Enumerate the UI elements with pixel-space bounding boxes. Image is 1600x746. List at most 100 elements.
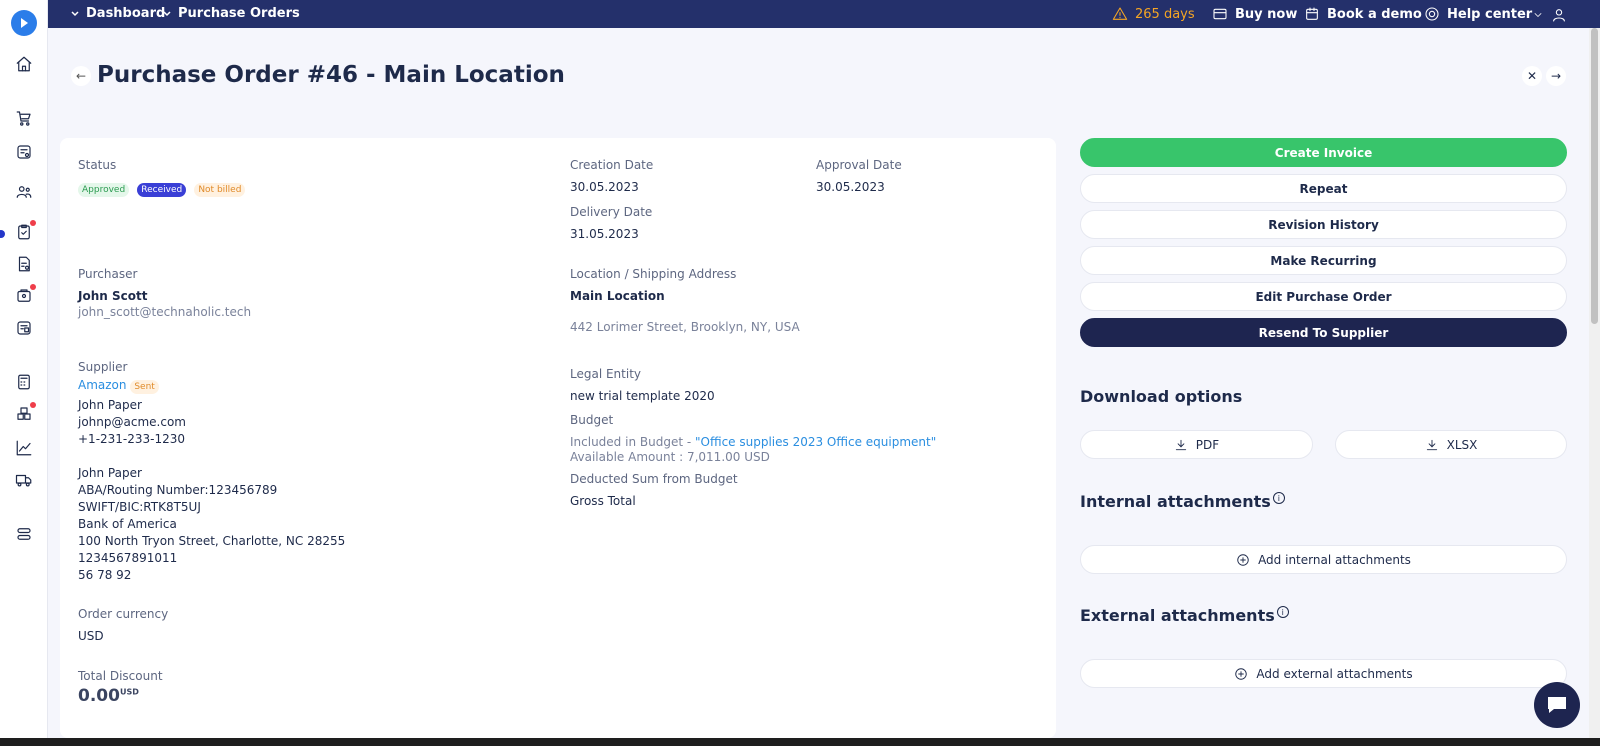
calendar-icon — [1306, 7, 1318, 20]
status-label: Status — [78, 158, 117, 172]
purchaser-label: Purchaser — [78, 267, 138, 281]
back-arrow-button[interactable]: ← — [71, 66, 91, 86]
invoices-icon[interactable] — [14, 254, 34, 274]
calculator-icon[interactable] — [14, 372, 34, 392]
trial-days-label: 265 days — [1135, 6, 1195, 22]
bank-line: John Paper — [78, 466, 142, 480]
buy-now-label: Buy now — [1235, 6, 1298, 22]
book-demo-button[interactable]: Book a demo — [1304, 6, 1422, 22]
download-options-title: Download options — [1080, 387, 1242, 406]
active-indicator — [0, 230, 5, 238]
topbar: Dashboard Purchase Orders 265 days Buy n… — [48, 0, 1600, 28]
chat-support-button[interactable] — [1534, 682, 1580, 728]
currency-value: USD — [78, 629, 104, 643]
discount-unit: USD — [119, 687, 139, 697]
home-icon[interactable] — [14, 54, 34, 74]
creation-date-label: Creation Date — [570, 158, 654, 172]
breadcrumb-label: Purchase Orders — [178, 6, 300, 21]
purchase-orders-icon[interactable] — [14, 220, 36, 242]
location-address: 442 Lorimer Street, Brooklyn, NY, USA — [570, 320, 800, 334]
revision-history-button[interactable]: Revision History — [1080, 210, 1567, 239]
plus-circle-icon — [1237, 553, 1249, 566]
scrollbar-thumb[interactable] — [1591, 28, 1598, 324]
supplier-label: Supplier — [78, 360, 128, 374]
user-icon — [1553, 9, 1565, 22]
notification-dot — [30, 402, 36, 408]
status-badge-approved: Approved — [78, 183, 130, 197]
purchaser-name: John Scott — [78, 289, 148, 303]
discount-value: 0.00 — [78, 686, 120, 706]
budgets-icon[interactable] — [14, 318, 34, 338]
buy-card-icon — [1213, 8, 1227, 20]
app-logo-icon[interactable] — [11, 10, 37, 36]
add-external-attachments-button[interactable]: Add external attachments — [1080, 659, 1567, 688]
budget-label: Budget — [570, 413, 614, 427]
location-label: Location / Shipping Address — [570, 267, 737, 281]
trial-days-remaining[interactable]: 265 days — [1112, 6, 1195, 22]
approval-date-value: 30.05.2023 — [816, 180, 885, 194]
add-internal-attachments-button[interactable]: Add internal attachments — [1080, 545, 1567, 574]
user-menu[interactable] — [1532, 7, 1567, 23]
breadcrumb-label: Dashboard — [86, 6, 166, 21]
chat-bubble-icon — [1548, 697, 1566, 713]
add-external-label: Add external attachments — [1256, 666, 1413, 681]
discount-label: Total Discount — [78, 669, 163, 683]
cart-icon[interactable] — [14, 108, 34, 128]
location-name: Main Location — [570, 289, 665, 303]
budget-available: Available Amount : 7,011.00 USD — [570, 450, 770, 464]
chevron-down-icon — [163, 10, 171, 16]
budget-included: Included in Budget - "Office supplies 20… — [570, 435, 936, 449]
page-title: Purchase Order #46 - Main Location — [97, 62, 565, 88]
add-internal-label: Add internal attachments — [1258, 552, 1411, 567]
help-center-button[interactable]: Help center — [1424, 6, 1532, 22]
resend-to-supplier-button[interactable]: Resend To Supplier — [1080, 318, 1567, 347]
make-recurring-button[interactable]: Make Recurring — [1080, 246, 1567, 275]
payments-icon[interactable] — [14, 284, 36, 306]
chevron-down-icon — [71, 10, 79, 16]
budget-link[interactable]: "Office supplies 2023 Office equipment" — [695, 435, 936, 449]
internal-attachments-label: Internal attachments — [1080, 492, 1271, 511]
status-badge-received: Received — [137, 183, 187, 197]
download-icon — [1175, 439, 1186, 450]
bank-line: ABA/Routing Number:123456789 — [78, 483, 278, 497]
creation-date-value: 30.05.2023 — [570, 180, 639, 194]
discount-row: 0.00USD — [78, 686, 139, 706]
settings-toggle-icon[interactable] — [14, 524, 34, 544]
buy-now-button[interactable]: Buy now — [1212, 6, 1297, 22]
next-button[interactable]: → — [1546, 66, 1566, 86]
suppliers-icon[interactable] — [14, 182, 34, 202]
notification-dot — [30, 220, 36, 226]
delivery-truck-icon[interactable] — [14, 470, 34, 490]
info-icon[interactable]: i — [1276, 606, 1289, 618]
edit-purchase-order-button[interactable]: Edit Purchase Order — [1080, 282, 1567, 311]
breadcrumb-purchase-orders[interactable]: Purchase Orders — [162, 6, 300, 21]
pdf-label: PDF — [1195, 437, 1220, 452]
supplier-sent-badge: Sent — [130, 380, 159, 394]
external-attachments-title: External attachments i — [1080, 606, 1289, 625]
legal-entity-value: new trial template 2020 — [570, 389, 715, 403]
bank-line: 1234567891011 — [78, 551, 178, 565]
supplier-phone: +1-231-233-1230 — [78, 432, 186, 446]
xlsx-label: XLSX — [1446, 437, 1478, 452]
create-invoice-button[interactable]: Create Invoice — [1080, 138, 1567, 167]
breadcrumb-dashboard[interactable]: Dashboard — [70, 6, 165, 21]
currency-label: Order currency — [78, 607, 169, 621]
download-xlsx-button[interactable]: XLSX — [1335, 430, 1567, 459]
requests-icon[interactable] — [14, 142, 34, 162]
supplier-name-row: Amazon Sent — [78, 378, 162, 394]
inventory-icon[interactable] — [14, 402, 36, 424]
notification-dot — [30, 284, 36, 290]
sidebar — [0, 0, 48, 746]
download-pdf-button[interactable]: PDF — [1080, 430, 1313, 459]
budget-included-prefix: Included in Budget - — [570, 435, 695, 449]
repeat-button[interactable]: Repeat — [1080, 174, 1567, 203]
supplier-link[interactable]: Amazon — [78, 378, 127, 392]
info-icon[interactable]: i — [1272, 492, 1285, 504]
reports-chart-icon[interactable] — [14, 438, 34, 458]
legal-entity-label: Legal Entity — [570, 367, 642, 381]
close-button[interactable]: ✕ — [1522, 66, 1542, 86]
help-center-label: Help center — [1447, 6, 1533, 22]
deducted-value: Gross Total — [570, 494, 636, 508]
page-scrollbar[interactable] — [1589, 28, 1600, 738]
bank-line: Bank of America — [78, 517, 177, 531]
